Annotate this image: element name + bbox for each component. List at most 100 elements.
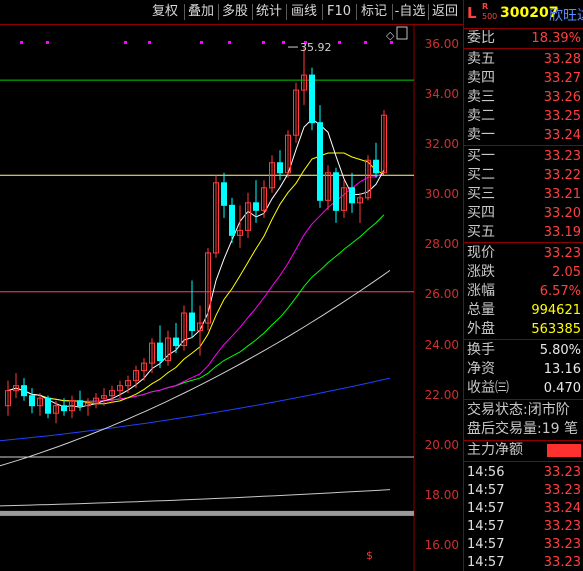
tick-time: 14:56 [467,465,505,480]
stat2-row-1-label: 净资 [467,361,495,377]
signal-dot [364,41,367,44]
divider [464,242,583,243]
bid-row-1-value: 33.23 [543,149,581,164]
candlestick-chart[interactable]: ◇ 35.92 $ [0,25,463,571]
stat2-row-2: 收益㈢ 0.470 [464,379,583,398]
panel-toggle-icon[interactable] [396,26,408,40]
signal-dot [46,41,49,44]
divider [464,48,583,49]
candle-down [61,405,67,412]
signal-dot [262,41,265,44]
toolbar-watchlist-button[interactable]: -自选 [392,2,428,22]
price-tick-label: 18.00 [424,487,459,502]
bid-row-1-label: 买一 [467,148,495,164]
toolbar-f10-button[interactable]: F10 [322,2,356,22]
tick-price: 33.23 [543,519,581,534]
stat-row-3-value: 994621 [531,303,581,318]
stat-row-4-value: 563385 [531,322,581,337]
candle-down [309,74,315,124]
candle-down [349,187,355,204]
signal-dot [228,41,231,44]
candle-down [253,202,259,211]
price-tick-label: 26.00 [424,287,459,302]
divider [464,339,583,340]
tick-time: 14:57 [467,537,505,552]
ask-row-5-label: 卖五 [467,51,495,67]
signal-dot [20,41,23,44]
stat-row-1: 涨跌 2.05 [464,263,583,282]
candle-down [373,159,379,174]
toolbar-overlay-button[interactable]: 叠加 [184,2,218,22]
bid-row-2: 买二 33.22 [464,166,583,185]
candle-down [189,312,195,332]
ask-row-5: 卖五 33.28 [464,50,583,69]
ask-row-2: 卖二 33.25 [464,107,583,126]
bid-row-4-label: 买四 [467,205,495,221]
quote-panel: L R 500 300207 欣旺达 委比 18.39% 交易状态:闭市阶 盘后… [463,0,583,571]
stat-row-0: 现价 33.23 [464,244,583,263]
stat2-row-1-value: 13.16 [543,362,581,377]
stat-row-3-label: 总量 [467,302,495,318]
kline-chart-area[interactable]: 复权 叠加 多股 统计 画线 F10 标记 -自选 返回 ◇ 35.92 $ 36.… [0,0,463,571]
tick-row: 14:56 33.23 [464,463,583,482]
toolbar-fuquan-button[interactable]: 复权 [146,2,184,22]
toolbar-stats-button[interactable]: 统计 [252,2,286,22]
ask-row-3: 卖三 33.26 [464,88,583,107]
main-flow-label: 主力净额 [467,442,523,458]
price-tick-label: 34.00 [424,87,459,102]
bid-row-5-value: 33.19 [543,225,581,240]
stat2-row-2-value: 0.470 [543,381,581,396]
tick-price: 33.23 [543,483,581,498]
bid-row-3: 买三 33.21 [464,185,583,204]
bid-row-2-label: 买二 [467,167,495,183]
divider [464,145,583,146]
main-flow-row[interactable]: 主力净额 [464,441,583,460]
ask-row-3-label: 卖三 [467,89,495,105]
candle-down [221,182,227,206]
candle-down [157,342,163,362]
weibi-row: 委比 18.39% [464,29,583,48]
chart-toolbar: 复权 叠加 多股 统计 画线 F10 标记 -自选 返回 [0,0,463,24]
price-tick-label: 36.00 [424,37,459,52]
stat-row-2-value: 6.57% [539,284,581,299]
toolbar-mark-button[interactable]: 标记 [356,2,392,22]
r-flag: R [482,2,489,11]
tick-row: 14:57 33.23 [464,553,583,571]
stat2-row-0: 换手 5.80% [464,341,583,360]
signal-dot [338,41,341,44]
price-tick-label: 24.00 [424,337,459,352]
price-tick-label: 32.00 [424,137,459,152]
ask-row-5-value: 33.28 [543,52,581,67]
stat-row-2-label: 涨幅 [467,283,495,299]
price-axis: 36.00 34.00 32.00 30.00 28.00 26.00 24.00 22.00… [414,25,463,571]
bid-row-2-value: 33.22 [543,168,581,183]
stock-header[interactable]: L R 500 300207 欣旺达 [464,0,583,28]
tick-price: 33.23 [543,537,581,552]
main-flow-bar [547,444,581,457]
candle-down [317,122,323,201]
board-flag: 500 [482,12,498,21]
divider [464,461,583,462]
signal-dot [200,41,203,44]
tick-price: 33.23 [543,465,581,480]
tick-row: 14:57 33.23 [464,535,583,554]
candle-down [29,395,35,407]
ma30-line [7,214,385,402]
trade-status-label: 交易状态:闭市阶 [467,402,570,418]
signal-dot [124,41,127,44]
bid-row-3-label: 买三 [467,186,495,202]
tick-row: 14:57 33.24 [464,499,583,518]
toolbar-back-button[interactable]: 返回 [428,2,462,22]
candle-down [45,397,51,414]
bid-row-4: 买四 33.20 [464,204,583,223]
stat-row-1-label: 涨跌 [467,264,495,280]
stat-row-1-value: 2.05 [552,265,581,280]
stat-row-4-label: 外盘 [467,321,495,337]
trade-status-row: 交易状态:闭市阶 [464,401,583,420]
stat2-row-0-value: 5.80% [539,343,581,358]
toolbar-multi-stock-button[interactable]: 多股 [218,2,252,22]
ask-row-2-value: 33.25 [543,109,581,124]
stat-row-0-label: 现价 [467,245,495,261]
price-tick-label: 20.00 [424,437,459,452]
toolbar-draw-line-button[interactable]: 画线 [286,2,322,22]
